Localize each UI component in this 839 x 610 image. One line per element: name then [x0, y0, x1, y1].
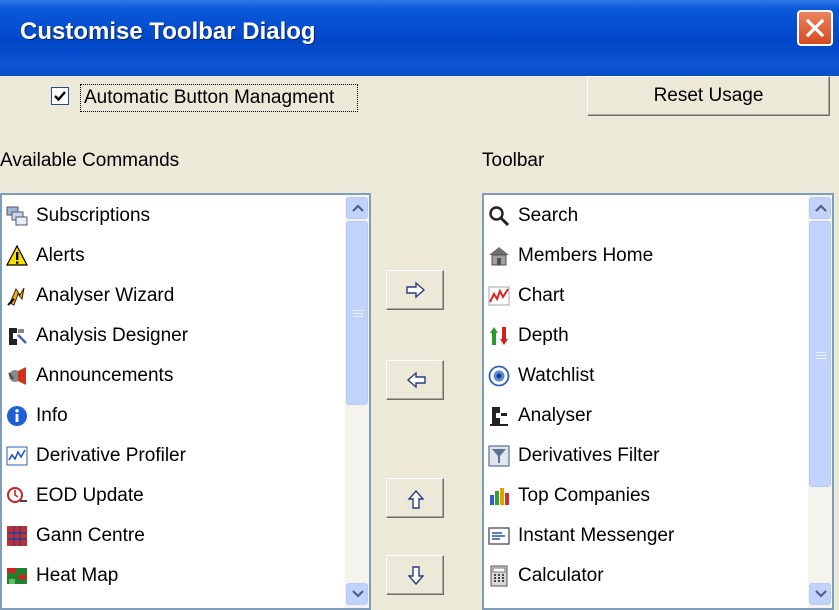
- derivatives-filter-icon: [488, 445, 510, 467]
- automatic-button-label[interactable]: Automatic Button Managment: [80, 84, 358, 112]
- list-item[interactable]: Search: [488, 201, 578, 231]
- customise-toolbar-dialog: Customise Toolbar Dialog Automatic Butto…: [0, 0, 839, 610]
- chevron-up-icon: [815, 204, 827, 212]
- list-item[interactable]: Info: [6, 401, 68, 431]
- arrow-right-icon: [406, 281, 426, 299]
- list-item[interactable]: Announcements: [6, 361, 173, 391]
- remove-from-toolbar-button[interactable]: [386, 360, 444, 400]
- move-up-button[interactable]: [386, 478, 444, 518]
- list-item[interactable]: Derivatives Filter: [488, 441, 659, 471]
- scroll-down-button[interactable]: [346, 583, 368, 605]
- list-item[interactable]: Chart: [488, 281, 564, 311]
- scroll-thumb[interactable]: [346, 221, 368, 405]
- list-item[interactable]: Heat Map: [6, 561, 118, 591]
- calculator-icon: [488, 565, 510, 587]
- list-item[interactable]: Subscriptions: [6, 201, 150, 231]
- item-label: Instant Messenger: [518, 525, 675, 546]
- item-label: Analyser: [518, 405, 592, 426]
- list-item[interactable]: Derivative Profiler: [6, 441, 186, 471]
- item-label: Heat Map: [36, 565, 119, 586]
- list-item[interactable]: Calculator: [488, 561, 604, 591]
- toolbar-list[interactable]: Search Members Home Chart Depth Watchlis…: [482, 193, 834, 610]
- item-label: Calculator: [518, 565, 604, 586]
- info-icon: [6, 405, 28, 427]
- heat-map-icon: [6, 565, 28, 587]
- analyser-icon: [488, 405, 510, 427]
- eod-update-icon: [6, 485, 28, 507]
- list-item[interactable]: EOD Update: [6, 481, 144, 511]
- list-item[interactable]: Analysis Designer: [6, 321, 188, 351]
- scroll-up-button[interactable]: [809, 197, 831, 219]
- automatic-button-checkbox[interactable]: [51, 87, 69, 105]
- arrow-up-icon: [407, 489, 425, 509]
- title-bar[interactable]: Customise Toolbar Dialog: [0, 0, 839, 76]
- list-item[interactable]: Gann Centre: [6, 521, 145, 551]
- alert-triangle-icon: [6, 245, 28, 267]
- scroll-down-button[interactable]: [809, 583, 831, 605]
- item-label: Search: [518, 205, 579, 226]
- item-label: Gann Centre: [36, 525, 145, 546]
- scroll-up-button[interactable]: [346, 197, 368, 219]
- announcements-icon: [6, 365, 28, 387]
- depth-icon: [488, 325, 510, 347]
- close-button[interactable]: [797, 10, 833, 46]
- move-down-button[interactable]: [386, 555, 444, 595]
- list-item[interactable]: Instant Messenger: [488, 521, 674, 551]
- chevron-down-icon: [352, 590, 364, 598]
- item-label: Chart: [518, 285, 565, 306]
- item-label: EOD Update: [36, 485, 144, 506]
- item-label: Derivative Profiler: [36, 445, 186, 466]
- arrow-down-icon: [407, 566, 425, 586]
- list-item[interactable]: Members Home: [488, 241, 653, 271]
- item-label: Depth: [518, 325, 569, 346]
- gann-centre-icon: [6, 525, 28, 547]
- analyser-wizard-icon: [6, 285, 28, 307]
- arrow-left-icon: [406, 371, 426, 389]
- list-item[interactable]: Analyser: [488, 401, 592, 431]
- available-commands-list[interactable]: Subscriptions Alerts Analyser Wizard Ana…: [0, 193, 371, 610]
- add-to-toolbar-button[interactable]: [386, 270, 444, 310]
- instant-messenger-icon: [488, 525, 510, 547]
- subscriptions-icon: [6, 205, 28, 227]
- chevron-up-icon: [352, 204, 364, 212]
- list-item[interactable]: Analyser Wizard: [6, 281, 174, 311]
- item-label: Alerts: [36, 245, 85, 266]
- available-commands-label: Available Commands: [0, 150, 180, 171]
- chevron-down-icon: [815, 590, 827, 598]
- toolbar-scrollbar[interactable]: [808, 195, 832, 608]
- list-item[interactable]: Alerts: [6, 241, 85, 271]
- list-item[interactable]: Depth: [488, 321, 569, 351]
- derivative-profiler-icon: [6, 445, 28, 467]
- list-item[interactable]: Top Companies: [488, 481, 650, 511]
- item-label: Analysis Designer: [36, 325, 189, 346]
- checkmark-icon: [54, 91, 66, 102]
- dialog-title: Customise Toolbar Dialog: [20, 18, 316, 45]
- search-icon: [488, 205, 510, 227]
- available-scrollbar[interactable]: [345, 195, 369, 608]
- watchlist-icon: [488, 365, 510, 387]
- item-label: Analyser Wizard: [36, 285, 175, 306]
- item-label: Info: [36, 405, 68, 426]
- item-label: Members Home: [518, 245, 654, 266]
- item-label: Top Companies: [518, 485, 651, 506]
- item-label: Watchlist: [518, 365, 595, 386]
- list-item[interactable]: Watchlist: [488, 361, 594, 391]
- toolbar-label: Toolbar: [482, 150, 545, 171]
- item-label: Derivatives Filter: [518, 445, 660, 466]
- chart-icon: [488, 285, 510, 307]
- close-icon: [805, 18, 825, 38]
- analysis-designer-icon: [6, 325, 28, 347]
- top-companies-icon: [488, 485, 510, 507]
- reset-usage-button[interactable]: Reset Usage: [587, 76, 830, 116]
- scroll-thumb[interactable]: [809, 221, 831, 487]
- item-label: Announcements: [36, 365, 174, 386]
- members-home-icon: [488, 245, 510, 267]
- item-label: Subscriptions: [36, 205, 151, 226]
